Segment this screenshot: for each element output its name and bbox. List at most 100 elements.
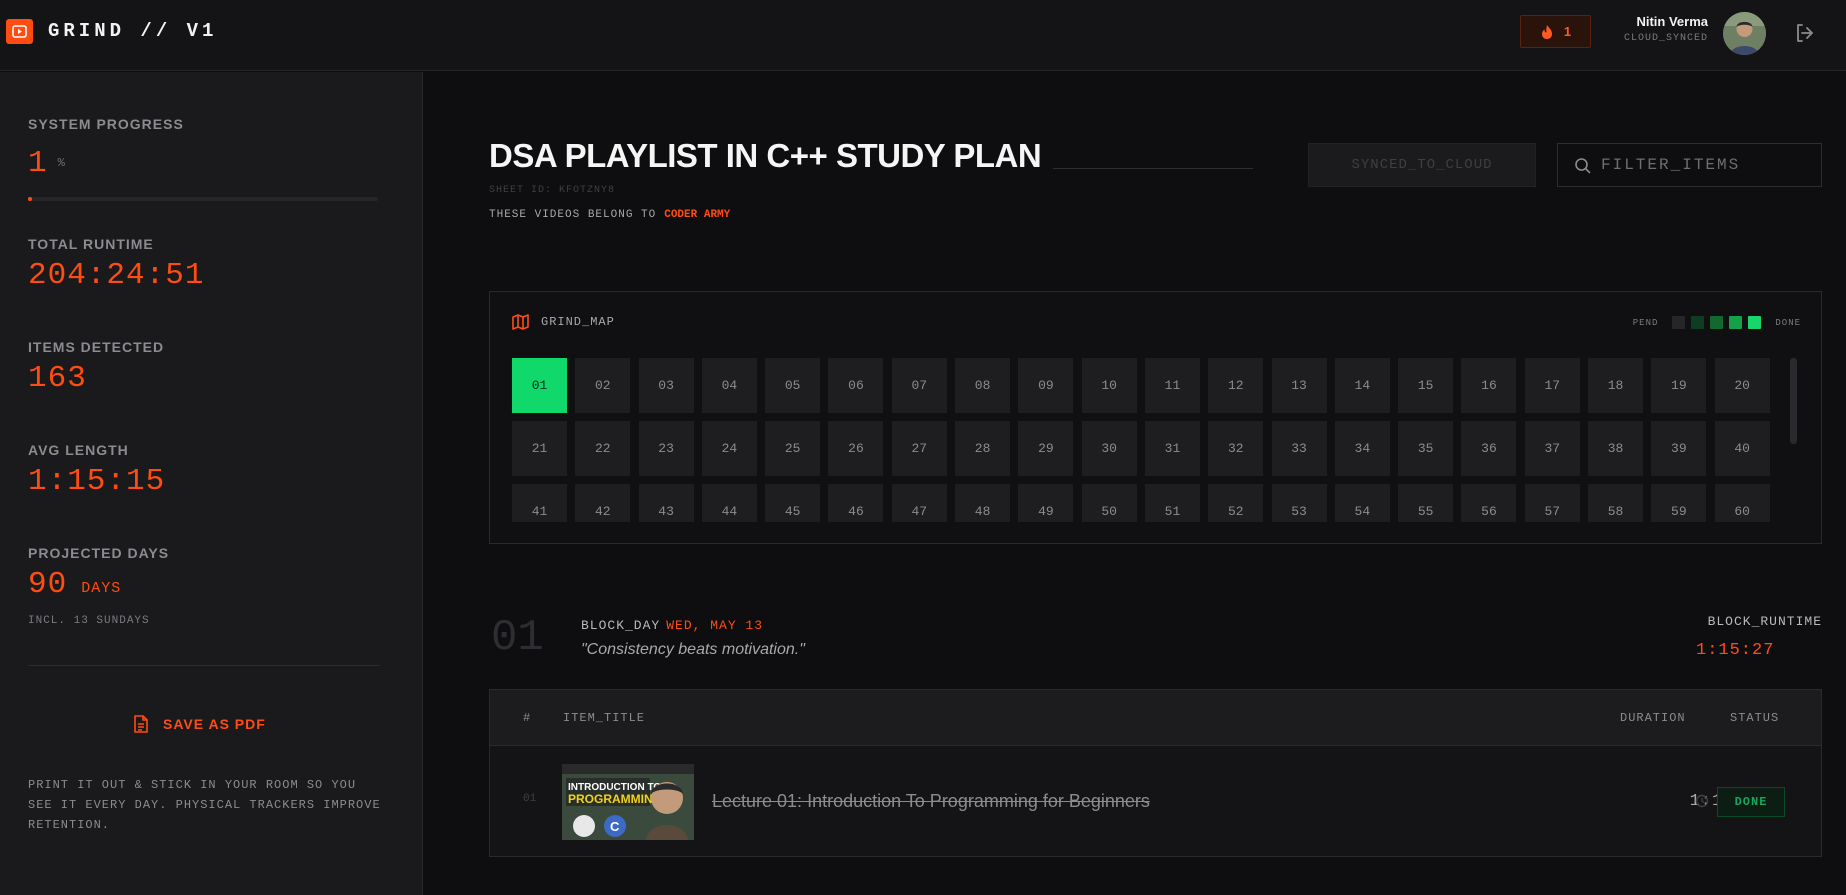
page-title: DSA PLAYLIST IN C++ STUDY PLAN	[489, 137, 1042, 174]
grind-map-cell[interactable]: 06	[828, 358, 884, 413]
grind-map-cell[interactable]: 20	[1714, 358, 1770, 413]
grind-map-cell[interactable]: 24	[701, 421, 757, 476]
grind-map-cell[interactable]: 58	[1588, 484, 1644, 522]
grind-map-cell[interactable]: 48	[955, 484, 1011, 522]
grind-map-cell[interactable]: 33	[1271, 421, 1327, 476]
filter-field[interactable]	[1557, 143, 1822, 187]
grind-map-cell[interactable]: 08	[955, 358, 1011, 413]
grind-map-cell[interactable]: 02	[575, 358, 631, 413]
block-day-date: WED, MAY 13	[666, 618, 764, 633]
grind-map-cell[interactable]: 53	[1271, 484, 1327, 522]
col-status-header: STATUS	[1730, 711, 1780, 725]
block-day-label: BLOCK_DAY	[581, 618, 661, 633]
grind-map-cell[interactable]: 25	[765, 421, 821, 476]
grind-map-cell[interactable]: 18	[1588, 358, 1644, 413]
grind-map-cell[interactable]: 01	[512, 358, 567, 413]
video-thumbnail[interactable]: INTRODUCTION TO PROGRAMMING C	[562, 764, 694, 840]
grind-map-cell[interactable]: 27	[891, 421, 947, 476]
grind-map-cell[interactable]: 29	[1018, 421, 1074, 476]
legend-swatch	[1691, 316, 1705, 329]
grind-map-cell[interactable]: 10	[1081, 358, 1137, 413]
grind-map-cell[interactable]: 16	[1461, 358, 1517, 413]
grind-map-cell[interactable]: 59	[1651, 484, 1707, 522]
grind-map-cell[interactable]: 55	[1398, 484, 1454, 522]
grind-map-cell[interactable]: 23	[638, 421, 694, 476]
grind-map-cell[interactable]: 37	[1524, 421, 1580, 476]
grind-map-cell[interactable]: 52	[1208, 484, 1264, 522]
grind-map-cell[interactable]: 34	[1334, 421, 1390, 476]
avg-value: 1:15:15	[28, 464, 166, 499]
grind-map-cell[interactable]: 36	[1461, 421, 1517, 476]
avatar[interactable]	[1723, 12, 1766, 55]
grind-map-cell[interactable]: 51	[1144, 484, 1200, 522]
grind-map-grid: 01 02 03 04 05 06 07 08 09 10 11 12 13 14 15 16 17 18 19 20…	[512, 358, 1772, 522]
channel-link[interactable]: CODER ARMY	[664, 209, 730, 221]
grind-map-cell[interactable]: 49	[1018, 484, 1074, 522]
main-content: DSA PLAYLIST IN C++ STUDY PLAN SHEET ID:…	[424, 72, 1846, 895]
play-icon[interactable]	[6, 19, 33, 44]
grind-map-cell[interactable]: 40	[1714, 421, 1770, 476]
grind-map-cell[interactable]: 07	[891, 358, 947, 413]
svg-text:PROGRAMMING: PROGRAMMING	[568, 792, 662, 806]
grind-map-cell[interactable]: 60	[1714, 484, 1770, 522]
grind-map-cell[interactable]: 31	[1144, 421, 1200, 476]
clock-icon	[1695, 794, 1709, 808]
legend-swatch	[1748, 316, 1762, 329]
grind-map-cell[interactable]: 09	[1018, 358, 1074, 413]
grind-map-cell[interactable]: 30	[1081, 421, 1137, 476]
grind-map-cell[interactable]: 50	[1081, 484, 1137, 522]
grind-map-cell[interactable]: 26	[828, 421, 884, 476]
progress-number: 1	[28, 146, 48, 181]
grind-map-cell[interactable]: 42	[575, 484, 631, 522]
grind-map-cell[interactable]: 32	[1208, 421, 1264, 476]
table-row[interactable]: 01 INTRODUCTION TO PROGRAMMING C Lecture…	[490, 746, 1821, 856]
grind-map-cell[interactable]: 04	[701, 358, 757, 413]
grind-map-cell[interactable]: 56	[1461, 484, 1517, 522]
grind-map-cell[interactable]: 14	[1334, 358, 1390, 413]
grind-map-cell[interactable]: 28	[955, 421, 1011, 476]
grind-map-cell[interactable]: 03	[638, 358, 694, 413]
grind-map-cell[interactable]: 46	[828, 484, 884, 522]
progress-label: SYSTEM PROGRESS	[28, 116, 184, 132]
sidebar: SYSTEM PROGRESS 1% TOTAL RUNTIME 204:24:…	[0, 72, 423, 895]
grind-map-cell[interactable]: 47	[891, 484, 947, 522]
grind-map-cell[interactable]: 11	[1144, 358, 1200, 413]
grind-map-cell[interactable]: 44	[701, 484, 757, 522]
grind-map-title: GRIND_MAP	[541, 315, 615, 329]
grind-map-cell[interactable]: 35	[1398, 421, 1454, 476]
grind-map-cell[interactable]: 13	[1271, 358, 1327, 413]
grind-map-scrollbar[interactable]	[1790, 358, 1797, 444]
block-day-line: BLOCK_DAY WED, MAY 13	[581, 618, 763, 633]
sheet-id: SHEET ID: KFOTZNY8	[489, 185, 616, 196]
grind-map-cell[interactable]: 05	[765, 358, 821, 413]
days-number: 90	[28, 567, 68, 602]
channel-prefix: THESE VIDEOS BELONG TO	[489, 209, 657, 221]
status-badge[interactable]: DONE	[1717, 787, 1785, 817]
save-pdf-button[interactable]: SAVE AS PDF	[133, 715, 266, 733]
grind-map-cell[interactable]: 17	[1524, 358, 1580, 413]
grind-map-cell[interactable]: 22	[575, 421, 631, 476]
grind-map-cell[interactable]: 21	[512, 421, 567, 476]
grind-map-cell[interactable]: 15	[1398, 358, 1454, 413]
grind-map-cell[interactable]: 45	[765, 484, 821, 522]
filter-input[interactable]	[1601, 156, 1801, 174]
grind-map-cell[interactable]: 12	[1208, 358, 1264, 413]
row-title[interactable]: Lecture 01: Introduction To Programming …	[712, 791, 1150, 812]
grind-map-cell[interactable]: 41	[512, 484, 567, 522]
streak-badge[interactable]: 1	[1520, 15, 1591, 48]
days-unit: DAYS	[81, 580, 122, 597]
col-index-header: #	[523, 711, 532, 725]
sync-status-button[interactable]: SYNCED_TO_CLOUD	[1308, 143, 1536, 187]
grind-map-cell[interactable]: 39	[1651, 421, 1707, 476]
block-runtime-value: 1:15:27	[1696, 641, 1775, 660]
legend-done-label: DONE	[1775, 317, 1801, 328]
grind-map-cell[interactable]: 19	[1651, 358, 1707, 413]
grind-map-cell[interactable]: 57	[1524, 484, 1580, 522]
items-value: 163	[28, 361, 87, 396]
grind-map-cell[interactable]: 43	[638, 484, 694, 522]
logout-icon[interactable]	[1793, 21, 1817, 45]
grind-map-cell[interactable]: 54	[1334, 484, 1390, 522]
col-duration-header: DURATION	[1620, 711, 1686, 725]
save-pdf-label: SAVE AS PDF	[163, 716, 266, 732]
grind-map-cell[interactable]: 38	[1588, 421, 1644, 476]
